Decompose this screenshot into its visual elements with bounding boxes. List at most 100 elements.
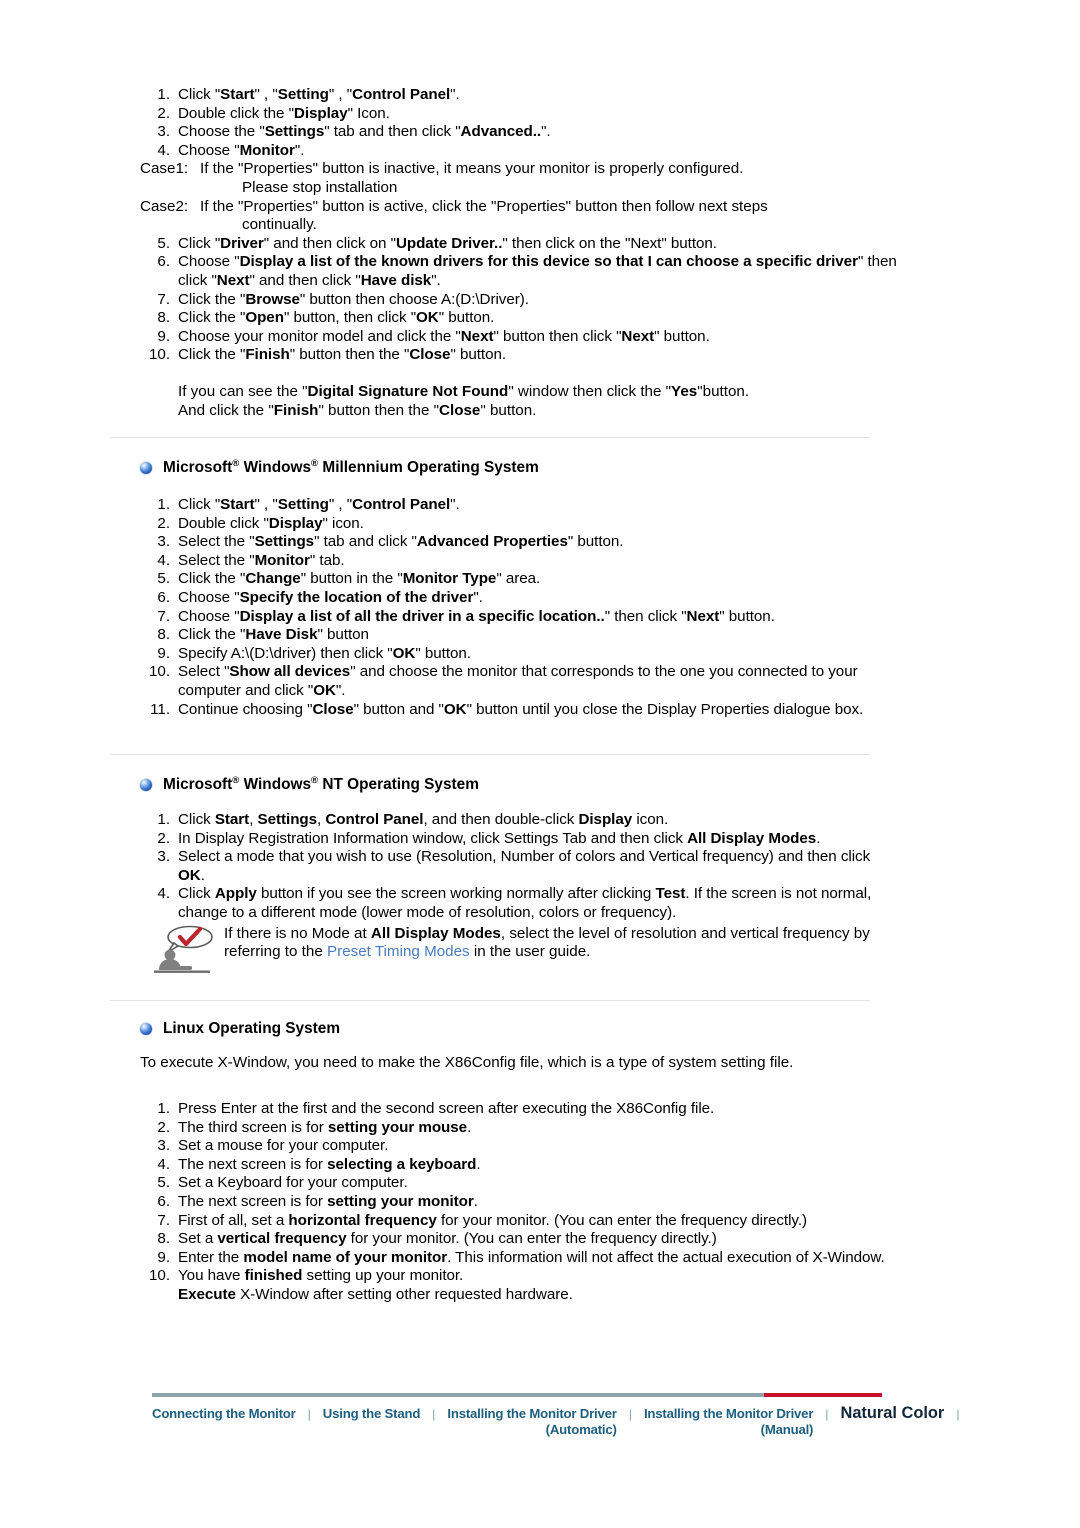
step-text: In Display Registration Information wind…: [178, 829, 821, 847]
millennium-instructions: 1. Click "Start" , "Setting" , "Control P…: [140, 496, 900, 719]
step-number: 4.: [157, 885, 170, 903]
step-number: 6.: [157, 588, 170, 606]
case-continuation: continually.: [242, 216, 317, 234]
signature-note-line-2: And click the "Finish" button then the "…: [178, 401, 537, 419]
case-label: Case1:: [140, 160, 189, 178]
step-number: 2.: [157, 829, 170, 847]
case-row: Case1: If the "Properties" button is inac…: [140, 160, 900, 179]
step-number: 3.: [157, 848, 170, 866]
list-item: 8. Click the "Have Disk" button: [157, 626, 900, 645]
list-item: 9. Specify A:\(D:\driver) then click "OK"…: [157, 645, 900, 664]
step-number: 7.: [157, 290, 170, 308]
list-item: 10. You have finished setting up your mon…: [149, 1267, 900, 1304]
list-item: 1. Click Start, Settings, Control Panel, …: [157, 811, 900, 830]
nt-instructions: 1. Click Start, Settings, Control Panel, …: [140, 811, 900, 973]
step-text: Select "Show all devices" and choose the…: [178, 663, 858, 699]
step-text: Choose your monitor model and click the …: [178, 327, 710, 345]
step-number: 10.: [149, 1267, 170, 1285]
step-text: Click "Start" , "Setting" , "Control Pan…: [178, 496, 460, 513]
case-label: Case2:: [140, 197, 189, 215]
step-text: Press Enter at the first and the second …: [178, 1100, 715, 1117]
step-number: 4.: [157, 141, 170, 159]
list-item: 1. Press Enter at the first and the secon…: [157, 1100, 900, 1119]
step-number: 8.: [157, 309, 170, 327]
step-number: 10.: [149, 663, 170, 681]
win2000-signature-note: If you can see the "Digital Signature No…: [140, 383, 900, 420]
step-text: Set a Keyboard for your computer.: [178, 1174, 408, 1192]
section-title-linux: Linux Operating System: [163, 1020, 341, 1037]
list-item: 4. The next screen is for selecting a key…: [157, 1155, 900, 1175]
footer-separator: ❘: [625, 1409, 635, 1421]
step-number: 8.: [157, 626, 170, 644]
footer-separator: ❘: [304, 1409, 314, 1421]
step-text: You have finished setting up your monito…: [178, 1267, 573, 1303]
case-continuation: Please stop installation: [242, 178, 398, 196]
list-item: 1. Click "Start" , "Setting" , "Control P…: [157, 496, 900, 515]
step-number: 10.: [149, 346, 170, 364]
footer-link[interactable]: Connecting the Monitor: [152, 1406, 296, 1422]
list-item: 5. Click "Driver" and then click on "Upda…: [157, 234, 900, 254]
win2000-cases: Case1: If the "Properties" button is inac…: [140, 160, 900, 234]
step-text: Click the "Finish" button then the "Clos…: [178, 346, 507, 364]
list-item: 10. Click the "Finish" button then the "C…: [149, 346, 900, 365]
step-text: Choose "Specify the location of the driv…: [178, 588, 483, 606]
step-text: Click the "Open" button, then click "OK"…: [178, 309, 495, 327]
footer-separator: ❘: [953, 1409, 963, 1421]
linux-step-list: 1. Press Enter at the first and the secon…: [140, 1100, 900, 1305]
step-text: Click the "Browse" button then choose A:…: [178, 290, 529, 308]
step-text: Choose "Display a list of the known driv…: [178, 253, 897, 289]
section-header-millennium: Microsoft® Windows® Millennium Operating…: [140, 459, 539, 477]
list-item: 6. The next screen is for setting your mo…: [157, 1193, 900, 1212]
section-divider-2: [110, 754, 870, 755]
footer-link[interactable]: Installing the Monitor Driver (Manual): [644, 1406, 814, 1437]
list-item: 8. Click the "Open" button, then click "O…: [157, 309, 900, 328]
step-number: 5.: [157, 570, 170, 588]
step-number: 3.: [157, 123, 170, 141]
step-number: 9.: [157, 327, 170, 345]
footer-link[interactable]: Installing the Monitor Driver (Automatic): [447, 1406, 617, 1437]
list-item: 5. Click the "Change" button in the "Moni…: [157, 570, 900, 589]
section-header-nt: Microsoft® Windows® NT Operating System: [140, 776, 479, 794]
step-number: 1.: [157, 86, 170, 103]
section-divider-1: [110, 437, 870, 438]
step-number: 2.: [157, 104, 170, 122]
step-text: Select the "Monitor" tab.: [178, 551, 345, 569]
footer-links: Connecting the Monitor ❘ Using the Stand ❘ I…: [152, 1405, 963, 1437]
step-number: 3.: [157, 1137, 170, 1155]
list-item: 6. Choose "Display a list of the known dr…: [157, 253, 900, 290]
step-text: Choose "Monitor".: [178, 141, 305, 159]
step-number: 4.: [157, 551, 170, 569]
list-item: 4. Click Apply button if you see the scre…: [157, 885, 900, 922]
signature-note-line-1: If you can see the "Digital Signature No…: [178, 382, 750, 400]
step-text: Click Start, Settings, Control Panel, an…: [178, 811, 669, 828]
section-header-linux: Linux Operating System: [140, 1020, 340, 1038]
section-title-nt: Microsoft® Windows® NT Operating System: [163, 774, 479, 793]
footer-link[interactable]: Natural Color: [840, 1405, 944, 1422]
step-text: Enter the model name of your monitor. Th…: [178, 1248, 885, 1266]
blue-sphere-bullet-icon: [140, 1023, 152, 1035]
step-text: Choose "Display a list of all the driver…: [178, 607, 775, 625]
step-number: 1.: [157, 1100, 170, 1117]
footer-link[interactable]: Using the Stand: [323, 1406, 421, 1422]
list-item: 6. Choose "Specify the location of the dr…: [157, 588, 900, 608]
step-text: Select a mode that you wish to use (Reso…: [178, 848, 871, 884]
step-number: 6.: [157, 1192, 170, 1210]
list-item: 5. Set a Keyboard for your computer.: [157, 1174, 900, 1193]
step-text: The third screen is for setting your mou…: [178, 1118, 472, 1136]
win2000-instructions: 1. Click "Start" , "Setting" , "Control P…: [140, 86, 900, 420]
step-text: Click the "Change" button in the "Monito…: [178, 570, 541, 588]
list-item: 7. Choose "Display a list of all the driv…: [157, 607, 900, 627]
section-divider-3: [110, 1000, 870, 1001]
list-item: 3. Select a mode that you wish to use (Re…: [157, 848, 900, 885]
footer-separator: ❘: [822, 1409, 832, 1421]
step-text: The next screen is for selecting a keybo…: [178, 1155, 481, 1173]
footer-separator: ❘: [429, 1409, 439, 1421]
step-number: 1.: [157, 496, 170, 513]
list-item: 4. Choose "Monitor".: [157, 141, 900, 161]
step-text: Click "Driver" and then click on "Update…: [178, 234, 717, 252]
step-text: Select the "Settings" tab and click "Adv…: [178, 533, 624, 551]
list-item: 9. Enter the model name of your monitor. …: [157, 1248, 900, 1268]
list-item: 3. Set a mouse for your computer.: [157, 1137, 900, 1156]
step-text: Click the "Have Disk" button: [178, 626, 369, 644]
millennium-step-list: 1. Click "Start" , "Setting" , "Control P…: [140, 496, 900, 719]
